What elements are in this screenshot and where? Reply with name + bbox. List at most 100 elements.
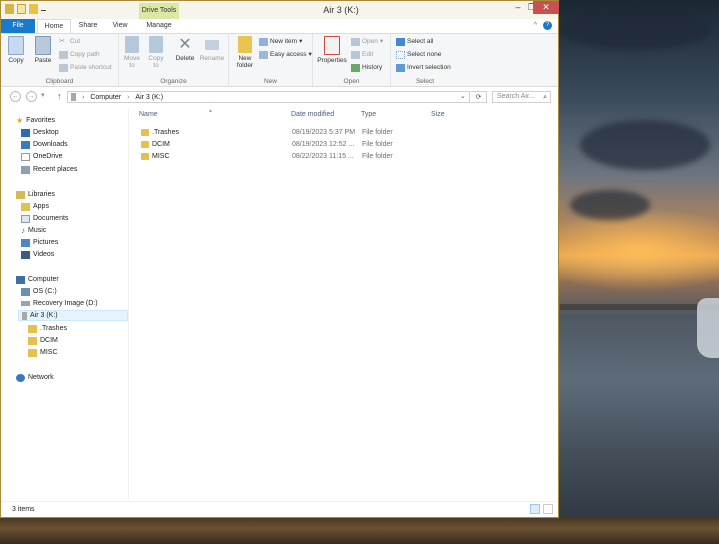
nav-apps[interactable]: Apps — [21, 201, 49, 212]
pictures-icon — [21, 238, 30, 247]
cut-button[interactable]: ✂ Cut — [59, 36, 80, 47]
search-input[interactable]: Search Air... ⌕ — [492, 91, 551, 103]
chevron-down-icon: ▾ — [379, 38, 384, 45]
help-icon[interactable]: ? — [543, 21, 552, 30]
nav-videos[interactable]: Videos — [21, 249, 54, 260]
file-name: MISC — [152, 153, 170, 160]
nav-music[interactable]: ♪ Music — [21, 225, 46, 236]
folder-icon — [21, 202, 30, 211]
select-none-button[interactable]: Select none — [396, 49, 441, 60]
new-folder-icon — [238, 36, 252, 53]
file-row[interactable]: MISC 08/22/2023 11:15 ... File folder — [139, 151, 559, 162]
breadcrumb-separator-icon[interactable]: › — [82, 94, 84, 101]
easy-access-button[interactable]: Easy access ▾ — [259, 49, 312, 60]
collapse-ribbon-icon[interactable]: ^ — [534, 22, 537, 29]
new-item-icon — [259, 37, 268, 46]
star-icon: ★ — [16, 116, 24, 125]
select-all-button[interactable]: Select all — [396, 36, 433, 47]
breadcrumb-separator-icon[interactable]: › — [127, 94, 129, 101]
nav-documents[interactable]: Documents — [21, 213, 68, 224]
refresh-button[interactable]: ⟳ — [471, 91, 487, 103]
nav-trashes[interactable]: .Trashes — [28, 323, 67, 334]
ribbon-tabs: File Home Share View Manage ^ ? — [1, 19, 558, 34]
column-header-date[interactable]: Date modified — [291, 111, 334, 118]
nav-desktop[interactable]: Desktop — [21, 127, 59, 138]
column-header-name[interactable]: Name — [139, 111, 158, 118]
breadcrumb-drive[interactable]: Air 3 (K:) — [135, 94, 163, 101]
nav-dcim[interactable]: DCIM — [28, 335, 58, 346]
tab-file[interactable]: File — [1, 19, 35, 33]
nav-recovery-drive[interactable]: Recovery Image (D:) — [21, 298, 98, 309]
file-date: 08/22/2023 11:15 ... — [292, 153, 354, 160]
paste-icon — [35, 36, 51, 55]
paste-button[interactable]: Paste — [31, 36, 55, 64]
edit-icon — [351, 50, 360, 59]
column-header-type[interactable]: Type — [361, 111, 376, 118]
sort-ascending-icon: ▲ — [208, 108, 213, 114]
status-bar: 3 items — [1, 501, 558, 518]
open-group: Properties Open ▾ Edit History Open — [313, 34, 391, 86]
tab-share[interactable]: Share — [73, 19, 103, 33]
chevron-down-icon: ▾ — [308, 51, 312, 58]
tab-view[interactable]: View — [105, 19, 135, 33]
file-type: File folder — [362, 129, 393, 136]
folder-icon — [28, 348, 37, 357]
file-name: DCIM — [152, 141, 170, 148]
downloads-icon — [21, 140, 30, 149]
nav-os-drive[interactable]: OS (C:) — [21, 286, 57, 297]
delete-button[interactable]: ✕ Delete — [174, 36, 196, 62]
copy-to-button[interactable]: Copy to — [146, 36, 166, 69]
recent-locations-chevron-icon[interactable]: ▾ — [41, 91, 45, 99]
move-to-button[interactable]: Move to — [122, 36, 142, 69]
nav-misc[interactable]: MISC — [28, 347, 58, 358]
nav-onedrive[interactable]: OneDrive — [21, 151, 63, 162]
recent-places-icon — [21, 165, 30, 174]
copy-path-button[interactable]: Copy path — [59, 49, 100, 60]
address-field[interactable]: › Computer › Air 3 (K:) — [67, 91, 470, 103]
nav-recent-places[interactable]: Recent places — [21, 164, 77, 175]
nav-favorites[interactable]: ★ Favorites — [16, 115, 55, 126]
organize-group: Move to Copy to ✕ Delete Rename Organize — [119, 34, 229, 86]
open-button[interactable]: Open ▾ — [351, 36, 383, 47]
file-row[interactable]: DCIM 08/19/2023 12:52 ... File folder — [139, 139, 559, 150]
nav-pictures[interactable]: Pictures — [21, 237, 58, 248]
file-row[interactable]: .Trashes 08/19/2023 5:37 PM File folder — [139, 127, 559, 138]
file-name: .Trashes — [152, 129, 179, 136]
edit-button[interactable]: Edit — [351, 49, 373, 60]
column-header-size[interactable]: Size — [431, 111, 445, 118]
removable-drive-icon — [22, 311, 27, 320]
address-history-dropdown-icon[interactable]: ⌄ — [460, 92, 466, 100]
folder-icon — [28, 336, 37, 345]
rename-button[interactable]: Rename — [199, 36, 225, 62]
nav-downloads[interactable]: Downloads — [21, 139, 68, 150]
nav-libraries[interactable]: Libraries — [16, 189, 55, 200]
new-item-button[interactable]: New item ▾ — [259, 36, 302, 47]
tab-home[interactable]: Home — [37, 19, 71, 33]
copy-button[interactable]: Copy — [5, 36, 27, 64]
nav-air3-drive[interactable]: Air 3 (K:) — [18, 310, 128, 321]
onedrive-icon — [21, 152, 30, 161]
nav-network[interactable]: Network — [16, 372, 54, 383]
large-icons-view-button[interactable] — [543, 504, 553, 514]
file-type: File folder — [362, 141, 393, 148]
organize-group-label: Organize — [160, 78, 187, 85]
desktop-icon — [21, 128, 30, 137]
properties-button[interactable]: Properties — [316, 36, 348, 64]
windows-drive-icon — [21, 287, 30, 296]
invert-selection-button[interactable]: Invert selection — [396, 62, 451, 73]
title-bar: Drive Tools Air 3 (K:) – ❐ ✕ — [1, 1, 559, 19]
music-icon: ♪ — [21, 226, 25, 235]
up-button[interactable]: ↑ — [57, 91, 62, 101]
nav-computer[interactable]: Computer — [16, 274, 59, 285]
paste-shortcut-button[interactable]: Paste shortcut — [59, 62, 112, 73]
close-button[interactable]: ✕ — [533, 1, 559, 14]
history-button[interactable]: History — [351, 62, 382, 73]
new-folder-button[interactable]: New folder — [233, 36, 257, 69]
tab-manage[interactable]: Manage — [139, 19, 179, 33]
details-view-button[interactable] — [530, 504, 540, 514]
invert-selection-icon — [396, 63, 405, 72]
back-button[interactable]: ← — [10, 91, 21, 102]
breadcrumb-computer[interactable]: Computer — [90, 94, 121, 101]
forward-button[interactable]: → — [26, 91, 37, 102]
taskbar — [0, 518, 719, 544]
